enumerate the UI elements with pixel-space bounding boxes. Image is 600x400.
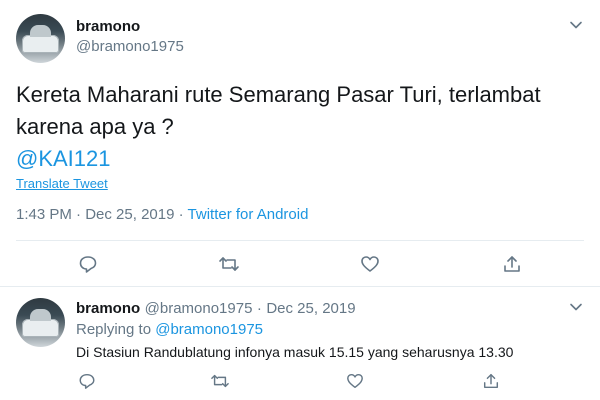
tweet-date[interactable]: Dec 25, 2019 bbox=[266, 300, 355, 317]
share-icon[interactable] bbox=[482, 372, 500, 390]
tweet-source[interactable]: Twitter for Android bbox=[188, 206, 309, 223]
reply-text: Di Stasiun Randublatung infonya masuk 15… bbox=[76, 344, 514, 360]
divider bbox=[16, 240, 584, 241]
tweet-text: Kereta Maharani rute Semarang Pasar Turi… bbox=[16, 79, 586, 175]
tweet-time[interactable]: 1:43 PM bbox=[16, 206, 72, 223]
separator: · bbox=[76, 206, 82, 223]
chevron-down-icon[interactable] bbox=[569, 18, 583, 32]
separator: · bbox=[256, 300, 262, 317]
tweet-text-line: Kereta Maharani rute Semarang Pasar Turi… bbox=[16, 82, 541, 107]
like-icon[interactable] bbox=[360, 254, 380, 274]
separator: · bbox=[178, 206, 184, 223]
reply-icon[interactable] bbox=[78, 254, 98, 274]
mention-link[interactable]: @KAI121 bbox=[16, 143, 586, 175]
author-name[interactable]: bramono bbox=[76, 18, 140, 35]
translate-tweet-link[interactable]: Translate Tweet bbox=[16, 176, 108, 191]
reply-header: bramono @bramono1975 · Dec 25, 2019 bbox=[76, 300, 356, 318]
tweet-text-line: karena apa ya ? bbox=[16, 114, 174, 139]
tweet-date[interactable]: Dec 25, 2019 bbox=[85, 206, 174, 223]
retweet-icon[interactable] bbox=[210, 372, 230, 390]
reply-icon[interactable] bbox=[78, 372, 96, 390]
replying-to-label: Replying to bbox=[76, 321, 152, 338]
avatar[interactable] bbox=[16, 14, 65, 63]
author-handle[interactable]: @bramono1975 bbox=[76, 38, 184, 55]
author-handle[interactable]: @bramono1975 bbox=[145, 300, 253, 317]
like-icon[interactable] bbox=[346, 372, 364, 390]
author-name[interactable]: bramono bbox=[76, 300, 140, 317]
retweet-icon[interactable] bbox=[218, 254, 240, 274]
replying-to: Replying to @bramono1975 bbox=[76, 321, 263, 338]
avatar[interactable] bbox=[16, 298, 65, 347]
share-icon[interactable] bbox=[502, 254, 522, 274]
divider bbox=[0, 286, 600, 287]
replying-to-handle[interactable]: @bramono1975 bbox=[155, 321, 263, 338]
tweet-metadata: 1:43 PM · Dec 25, 2019 · Twitter for And… bbox=[16, 206, 308, 223]
chevron-down-icon[interactable] bbox=[569, 300, 583, 314]
